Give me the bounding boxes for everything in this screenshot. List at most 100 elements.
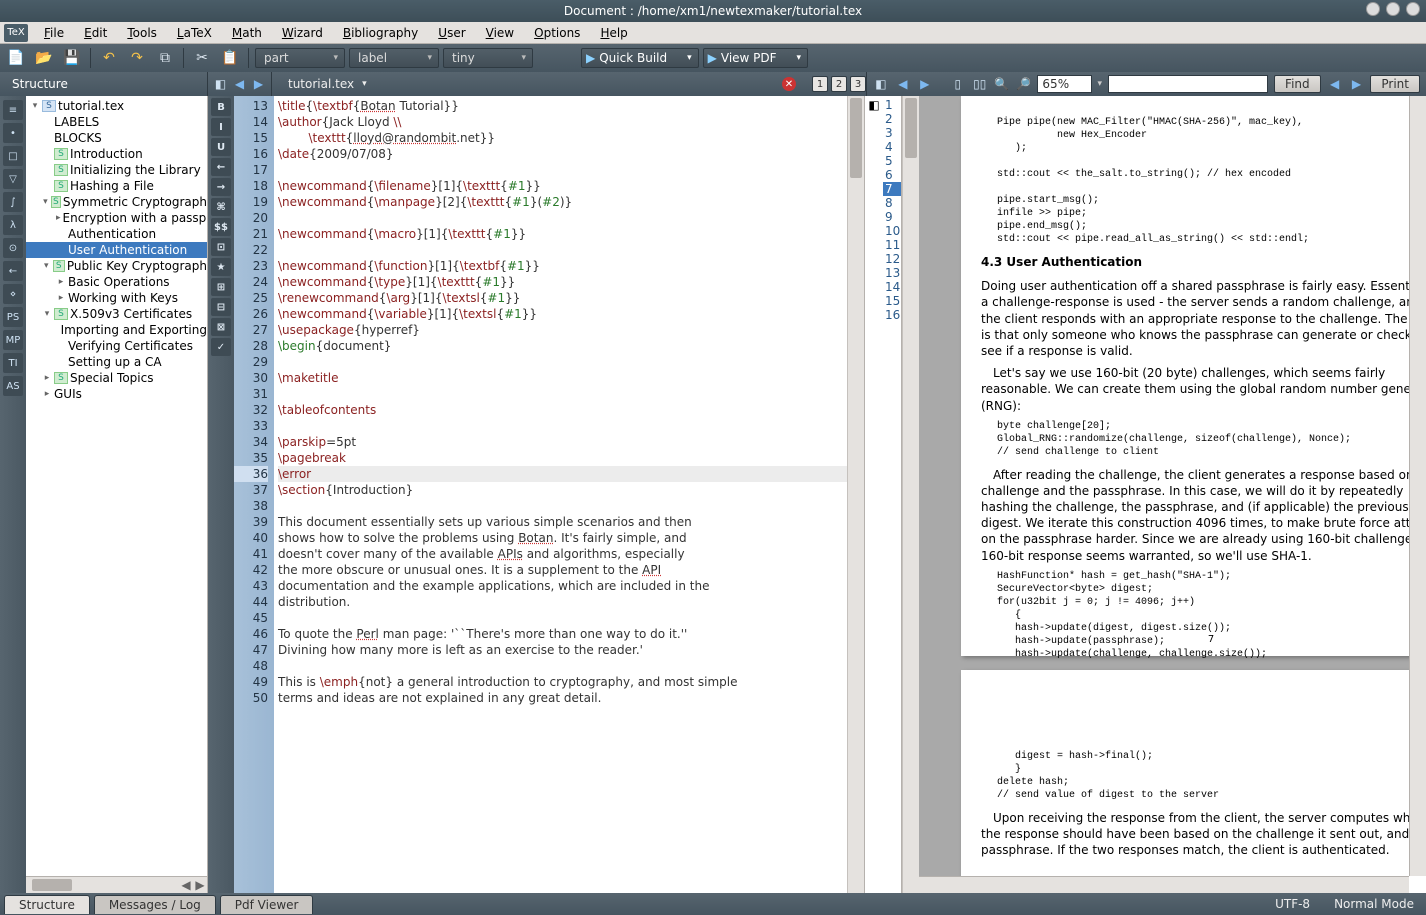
- cut-icon[interactable]: ✂: [190, 47, 214, 69]
- symbol-btn-8[interactable]: ⋄: [3, 284, 23, 304]
- tree-item[interactable]: User Authentication: [26, 242, 207, 258]
- status-tab-messages[interactable]: Messages / Log: [94, 895, 216, 914]
- tree-item[interactable]: ▾SPublic Key Cryptograph: [26, 258, 207, 274]
- format-btn-8[interactable]: ★: [211, 258, 231, 276]
- tree-item[interactable]: BLOCKS: [26, 130, 207, 146]
- find-input[interactable]: [1108, 75, 1268, 93]
- find-button[interactable]: Find: [1274, 75, 1321, 93]
- pdf-viewer[interactable]: Pipe pipe(new MAC_Filter("HMAC(SHA-256)"…: [919, 96, 1426, 893]
- page-thumb[interactable]: 12: [883, 252, 901, 266]
- code-editor[interactable]: 1314151617181920212223242526272829303132…: [234, 96, 864, 893]
- page-thumb[interactable]: 16: [883, 308, 901, 322]
- structure-hscrollbar[interactable]: ◀▶: [26, 876, 207, 893]
- tree-item[interactable]: ▸Working with Keys: [26, 290, 207, 306]
- page-thumb[interactable]: 5: [883, 154, 901, 168]
- menu-file[interactable]: File: [34, 26, 74, 40]
- menu-edit[interactable]: Edit: [74, 26, 117, 40]
- format-btn-9[interactable]: ⊞: [211, 278, 231, 296]
- menu-view[interactable]: View: [476, 26, 524, 40]
- menu-help[interactable]: Help: [590, 26, 637, 40]
- format-btn-10[interactable]: ⊟: [211, 298, 231, 316]
- close-button[interactable]: [1406, 2, 1420, 16]
- tree-item[interactable]: Authentication: [26, 226, 207, 242]
- page-thumb[interactable]: 14: [883, 280, 901, 294]
- page-thumb[interactable]: 6: [883, 168, 901, 182]
- tree-item[interactable]: Importing and Exporting: [26, 322, 207, 338]
- bookmark-1[interactable]: 1: [812, 76, 828, 92]
- find-prev-icon[interactable]: ◀: [1327, 75, 1343, 93]
- symbol-btn-2[interactable]: □: [3, 146, 23, 166]
- menu-latex[interactable]: LaTeX: [167, 26, 222, 40]
- format-btn-2[interactable]: U: [211, 138, 231, 156]
- symbol-btn-9[interactable]: PS: [3, 307, 23, 327]
- pdf-double-icon[interactable]: ▯▯: [972, 75, 988, 93]
- tree-item[interactable]: LABELS: [26, 114, 207, 130]
- tree-item[interactable]: ▾Stutorial.tex: [26, 98, 207, 114]
- status-tab-pdf[interactable]: Pdf Viewer: [220, 895, 314, 914]
- symbol-btn-5[interactable]: λ: [3, 215, 23, 235]
- code-content[interactable]: \title{\textbf{Botan Tutorial}}\author{J…: [274, 96, 847, 893]
- editor-tab[interactable]: tutorial.tex: [278, 72, 507, 96]
- page-strip-vscrollbar[interactable]: [902, 96, 919, 893]
- undo-icon[interactable]: ↶: [97, 47, 121, 69]
- tree-item[interactable]: ▾SSymmetric Cryptograph: [26, 194, 207, 210]
- bookmark-3[interactable]: 3: [850, 76, 866, 92]
- zoom-input[interactable]: 65%: [1037, 75, 1091, 93]
- tree-item[interactable]: ▸GUIs: [26, 386, 207, 402]
- page-thumb[interactable]: 3: [883, 126, 901, 140]
- status-tab-structure[interactable]: Structure: [4, 895, 90, 914]
- tree-item[interactable]: SHashing a File: [26, 178, 207, 194]
- nav-forward-icon[interactable]: ▶: [250, 75, 267, 93]
- toggle-structure-icon[interactable]: ◧: [212, 75, 229, 93]
- tree-item[interactable]: SIntroduction: [26, 146, 207, 162]
- page-thumb[interactable]: 10: [883, 224, 901, 238]
- page-thumb[interactable]: 9: [883, 210, 901, 224]
- view-pdf-button[interactable]: ▶View PDF▾: [703, 48, 808, 68]
- paste-icon[interactable]: 📋: [218, 47, 242, 69]
- menu-tools[interactable]: Tools: [117, 26, 167, 40]
- tree-item[interactable]: ▾SX.509v3 Certificates: [26, 306, 207, 322]
- menu-math[interactable]: Math: [222, 26, 272, 40]
- tree-item[interactable]: Setting up a CA: [26, 354, 207, 370]
- symbol-btn-10[interactable]: MP: [3, 330, 23, 350]
- save-file-icon[interactable]: 💾: [60, 47, 84, 69]
- zoom-out-icon[interactable]: 🔎: [1016, 75, 1032, 93]
- format-btn-5[interactable]: ⌘: [211, 198, 231, 216]
- bookmark-2[interactable]: 2: [831, 76, 847, 92]
- tree-item[interactable]: ▸Basic Operations: [26, 274, 207, 290]
- format-btn-1[interactable]: I: [211, 118, 231, 136]
- tree-item[interactable]: ▸SSpecial Topics: [26, 370, 207, 386]
- pdf-next-icon[interactable]: ▶: [917, 75, 933, 93]
- pdf-single-icon[interactable]: ▯: [950, 75, 966, 93]
- symbol-btn-4[interactable]: ∫: [3, 192, 23, 212]
- symbol-btn-6[interactable]: ⊙: [3, 238, 23, 258]
- tree-item[interactable]: SInitializing the Library: [26, 162, 207, 178]
- page-thumb[interactable]: 11: [883, 238, 901, 252]
- format-btn-4[interactable]: →: [211, 178, 231, 196]
- symbol-btn-1[interactable]: •: [3, 123, 23, 143]
- page-thumb[interactable]: 4: [883, 140, 901, 154]
- pdf-prev-icon[interactable]: ◀: [895, 75, 911, 93]
- tree-item[interactable]: Verifying Certificates: [26, 338, 207, 354]
- symbol-btn-7[interactable]: ←: [3, 261, 23, 281]
- page-thumb[interactable]: 8: [883, 196, 901, 210]
- pdf-hscrollbar[interactable]: [919, 876, 1409, 893]
- symbol-btn-0[interactable]: ≡: [3, 100, 23, 120]
- menu-bibliography[interactable]: Bibliography: [333, 26, 428, 40]
- copy-icon[interactable]: ⧉: [153, 47, 177, 69]
- format-btn-0[interactable]: B: [211, 98, 231, 116]
- redo-icon[interactable]: ↷: [125, 47, 149, 69]
- format-btn-6[interactable]: $$: [211, 218, 231, 236]
- format-btn-3[interactable]: ←: [211, 158, 231, 176]
- label-combo[interactable]: label: [349, 48, 439, 68]
- close-tab-icon[interactable]: ✕: [782, 77, 796, 91]
- menu-user[interactable]: User: [428, 26, 475, 40]
- page-thumb[interactable]: 13: [883, 266, 901, 280]
- symbol-btn-3[interactable]: ▽: [3, 169, 23, 189]
- page-thumb[interactable]: 15: [883, 294, 901, 308]
- section-combo[interactable]: part: [255, 48, 345, 68]
- new-file-icon[interactable]: 📄: [4, 47, 28, 69]
- maximize-button[interactable]: [1386, 2, 1400, 16]
- symbol-btn-11[interactable]: TI: [3, 353, 23, 373]
- page-thumb[interactable]: 1: [883, 98, 901, 112]
